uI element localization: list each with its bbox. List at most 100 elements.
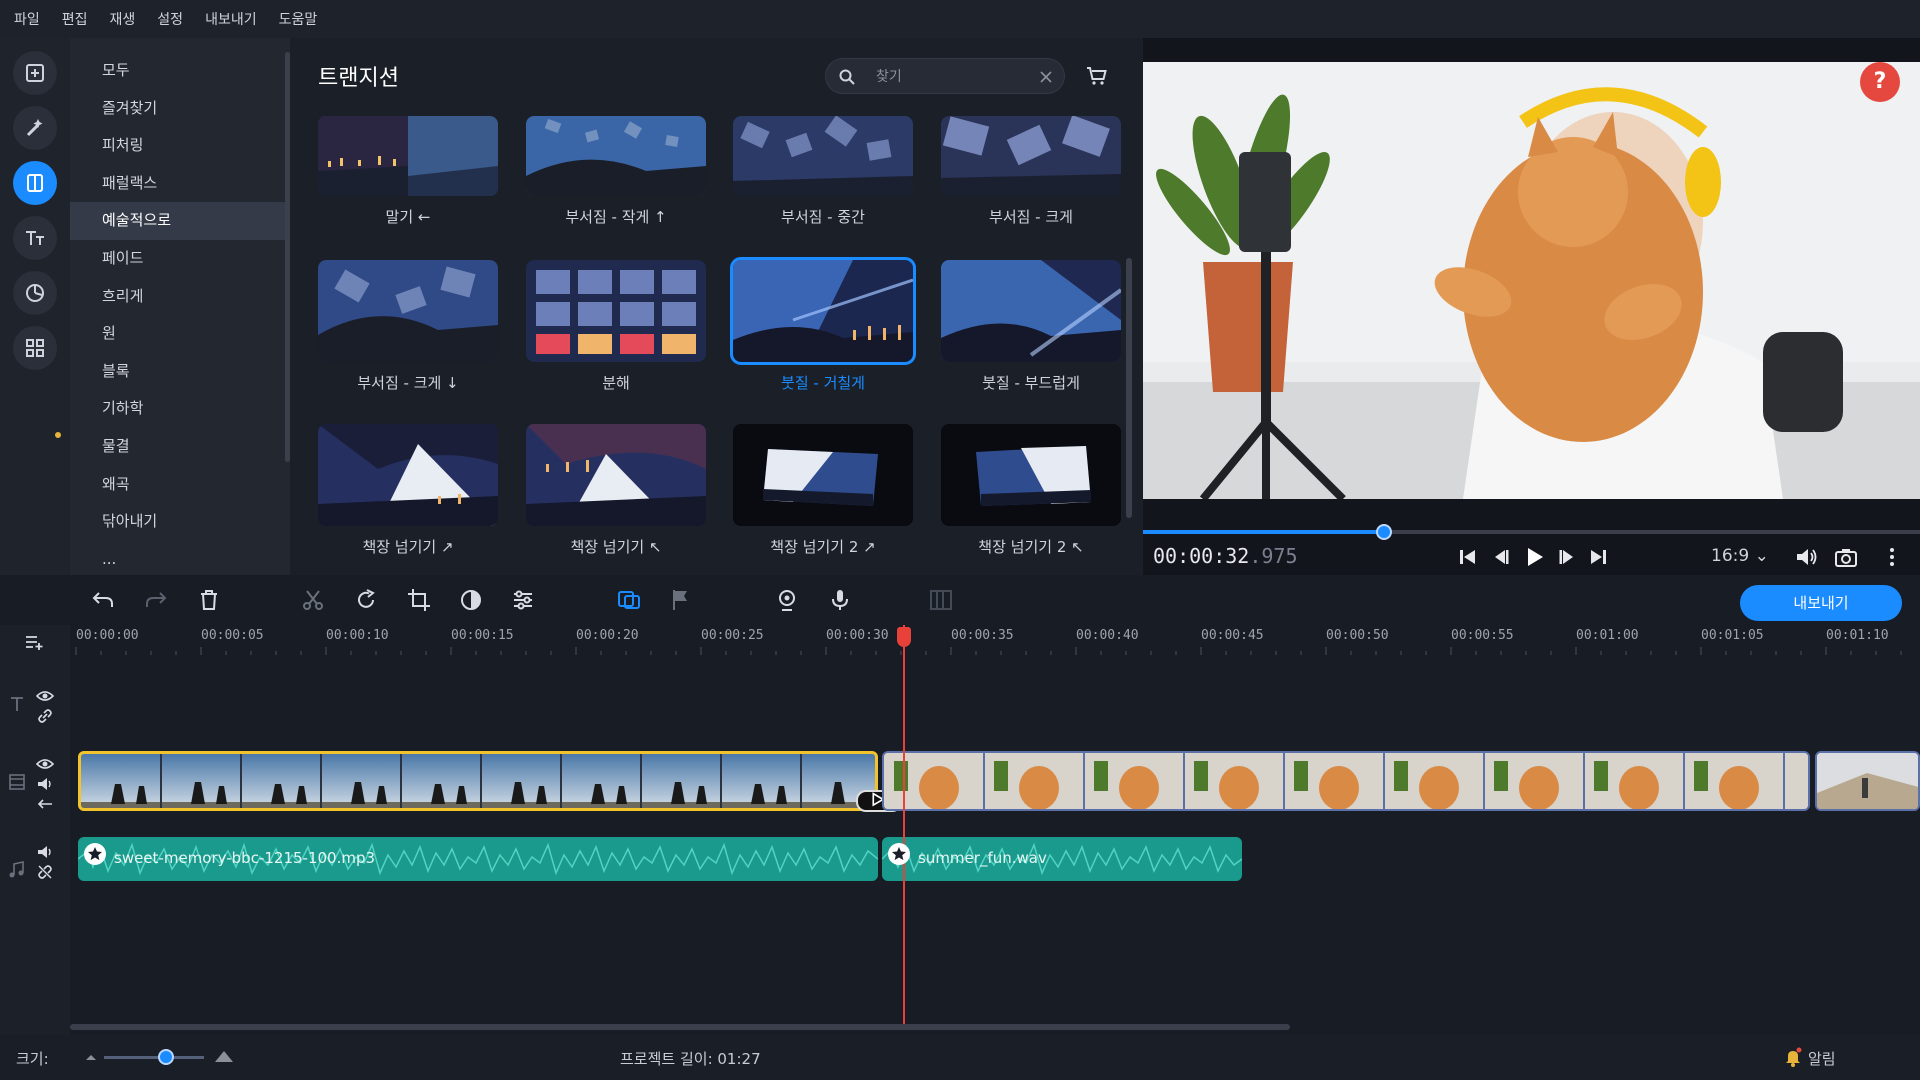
- video-clip[interactable]: [882, 751, 1810, 811]
- unlink-icon[interactable]: [36, 863, 54, 881]
- category-favorites[interactable]: 즐겨찾기: [70, 90, 290, 128]
- audio-clip[interactable]: summer_fun.wav: [882, 837, 1242, 881]
- notifications-label[interactable]: 알림: [1808, 1048, 1836, 1069]
- search-box[interactable]: [825, 58, 1065, 94]
- step-back-icon[interactable]: [1487, 544, 1513, 570]
- transition-thumbnail: [941, 260, 1121, 362]
- volume-icon[interactable]: [36, 775, 54, 793]
- microphone-icon[interactable]: [827, 587, 853, 613]
- transition-tile[interactable]: 부서짐 - 작게 ↑: [526, 116, 706, 227]
- transition-thumbnail: [733, 116, 913, 196]
- category-artistic[interactable]: 예술적으로: [70, 202, 290, 240]
- webcam-icon[interactable]: [774, 587, 800, 613]
- menu-edit[interactable]: 편집: [62, 9, 88, 29]
- menu-export[interactable]: 내보내기: [205, 9, 257, 29]
- eye-icon[interactable]: [36, 687, 54, 705]
- timeline-scrollbar[interactable]: [70, 1024, 1290, 1030]
- menu-settings[interactable]: 설정: [157, 9, 183, 29]
- cart-icon[interactable]: [1085, 64, 1109, 88]
- menu-file[interactable]: 파일: [14, 9, 40, 29]
- settings-sliders-icon[interactable]: [510, 587, 536, 613]
- link-icon[interactable]: [36, 707, 54, 725]
- transition-tile[interactable]: 책장 넘기기 ↗: [318, 424, 498, 557]
- video-preview[interactable]: [1143, 62, 1920, 499]
- add-files-button[interactable]: [13, 51, 57, 95]
- zoom-slider[interactable]: [104, 1056, 204, 1059]
- transition-tile[interactable]: 말기 ←: [318, 116, 498, 227]
- transition-thumbnail: [733, 424, 913, 526]
- export-button[interactable]: 내보내기: [1740, 585, 1902, 621]
- trash-icon[interactable]: [196, 587, 222, 613]
- flag-icon[interactable]: [668, 587, 694, 613]
- color-adjust-icon[interactable]: [458, 587, 484, 613]
- search-input[interactable]: [876, 65, 1026, 89]
- bell-icon[interactable]: [1784, 1047, 1802, 1067]
- skip-end-icon[interactable]: [1585, 544, 1611, 570]
- filters-button[interactable]: [13, 106, 57, 150]
- category-circle[interactable]: 원: [70, 315, 290, 353]
- zoom-slider-knob[interactable]: [158, 1049, 174, 1065]
- eye-icon[interactable]: [36, 755, 54, 773]
- category-more[interactable]: ...: [70, 541, 290, 575]
- time-ruler[interactable]: 00:00:00 00:00:05 00:00:10 00:00:15 00:0…: [70, 625, 1920, 655]
- rotate-icon[interactable]: [353, 587, 379, 613]
- transition-tile[interactable]: 책장 넘기기 ↖: [526, 424, 706, 557]
- more-options-icon[interactable]: [1879, 544, 1905, 570]
- menu-playback[interactable]: 재생: [110, 9, 136, 29]
- camera-icon[interactable]: [1833, 544, 1859, 570]
- zoom-in-icon[interactable]: [214, 1047, 234, 1065]
- category-featured[interactable]: 피처링: [70, 127, 290, 165]
- playback-progress[interactable]: [1143, 524, 1920, 540]
- progress-knob[interactable]: [1375, 524, 1392, 540]
- transition-tile[interactable]: 책장 넘기기 2 ↖: [941, 424, 1121, 557]
- close-icon[interactable]: [1038, 69, 1054, 85]
- transition-tile[interactable]: 분해: [526, 260, 706, 393]
- star-icon: [84, 843, 106, 865]
- category-wipe[interactable]: 닦아내기: [70, 503, 290, 541]
- transition-tile[interactable]: 부서짐 - 크게 ↓: [318, 260, 498, 393]
- category-blocks[interactable]: 블록: [70, 353, 290, 391]
- category-geometric[interactable]: 기하학: [70, 390, 290, 428]
- category-blur[interactable]: 흐리게: [70, 278, 290, 316]
- video-clip[interactable]: [1815, 751, 1920, 811]
- transition-tile[interactable]: 부서짐 - 크게: [941, 116, 1121, 227]
- scissors-icon[interactable]: [300, 587, 326, 613]
- volume-icon[interactable]: [1793, 544, 1819, 570]
- help-button[interactable]: ?: [1860, 62, 1900, 102]
- more-tools-button[interactable]: [13, 326, 57, 370]
- project-length: 프로젝트 길이: 01:27: [620, 1050, 761, 1068]
- split-view-icon[interactable]: [928, 587, 954, 613]
- aspect-ratio-select[interactable]: 16:9 ⌄: [1711, 546, 1769, 566]
- category-all[interactable]: 모두: [70, 52, 290, 90]
- video-clip-selected[interactable]: [78, 751, 878, 811]
- transition-tile-selected[interactable]: 붓질 - 거칠게: [730, 257, 916, 393]
- step-forward-icon[interactable]: [1555, 544, 1581, 570]
- transition-tile[interactable]: 책장 넘기기 2 ↗: [733, 424, 913, 557]
- volume-icon[interactable]: [36, 843, 54, 861]
- redo-icon[interactable]: [143, 587, 169, 613]
- transitions-scrollbar[interactable]: [1126, 258, 1132, 518]
- crop-icon[interactable]: [406, 587, 432, 613]
- menu-help[interactable]: 도움말: [279, 9, 318, 29]
- transition-tile[interactable]: 부서짐 - 중간: [733, 116, 913, 227]
- add-track-icon[interactable]: [25, 633, 43, 651]
- skip-start-icon[interactable]: [1455, 544, 1481, 570]
- timeline: 00:00:00 00:00:05 00:00:10 00:00:15 00:0…: [0, 625, 1920, 1035]
- play-icon[interactable]: [1521, 544, 1547, 570]
- category-wave[interactable]: 물결: [70, 428, 290, 466]
- ruler-label: 00:00:45: [1201, 628, 1264, 643]
- arrow-left-icon[interactable]: [36, 795, 54, 813]
- playhead[interactable]: [903, 625, 905, 1025]
- transitions-button[interactable]: [13, 161, 57, 205]
- category-distort[interactable]: 왜곡: [70, 466, 290, 504]
- audio-clip[interactable]: sweet-memory-bbc-1215-100.mp3: [78, 837, 878, 881]
- transition-tile[interactable]: 붓질 - 부드럽게: [941, 260, 1121, 393]
- zoom-out-icon[interactable]: [84, 1050, 98, 1064]
- stickers-button[interactable]: [13, 271, 57, 315]
- category-fade[interactable]: 페이드: [70, 240, 290, 278]
- transition-wizard-icon[interactable]: [616, 587, 642, 613]
- category-parallax[interactable]: 패럴랙스: [70, 165, 290, 203]
- undo-icon[interactable]: [90, 587, 116, 613]
- titles-button[interactable]: [13, 216, 57, 260]
- playhead-handle[interactable]: [897, 627, 911, 647]
